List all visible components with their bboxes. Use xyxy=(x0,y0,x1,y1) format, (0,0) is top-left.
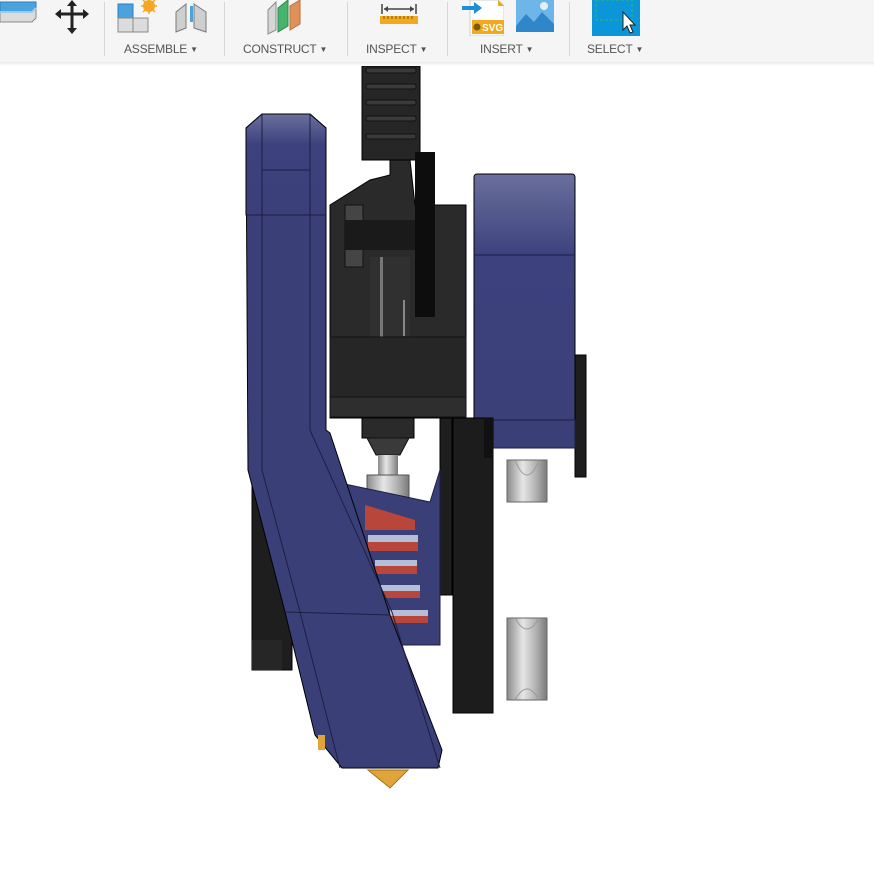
toolbar-separator xyxy=(447,2,448,56)
dropdown-caret-icon: ▼ xyxy=(419,45,428,54)
insert-menu[interactable]: INSERT ▼ xyxy=(480,42,534,56)
component-stack-icon xyxy=(0,1,37,23)
insert-canvas-icon xyxy=(516,0,554,32)
inspect-menu[interactable]: INSPECT ▼ xyxy=(366,42,428,56)
svg-badge: SVG xyxy=(482,23,503,34)
toolbar-separator xyxy=(569,2,570,56)
v-wheel-top xyxy=(506,459,548,503)
toolbar-separator xyxy=(104,2,105,56)
toolbar-separator xyxy=(347,2,348,56)
toolbar: SVG ASSEMBLE ▼ CONSTRUCT ▼ INSPECT ▼ INSERT… xyxy=(0,0,874,63)
insert-canvas-tool[interactable] xyxy=(516,0,554,32)
offset-plane-tool[interactable] xyxy=(266,0,306,36)
dropdown-caret-icon: ▼ xyxy=(319,45,328,54)
v-wheel-bottom xyxy=(506,617,548,701)
joint-tool[interactable] xyxy=(172,0,212,36)
move-tool[interactable] xyxy=(52,0,92,36)
component-stack-tool[interactable] xyxy=(0,0,40,36)
canvas-viewport[interactable] xyxy=(0,66,874,874)
model-render[interactable] xyxy=(0,66,874,874)
window-select-icon xyxy=(592,0,640,36)
dropdown-caret-icon: ▼ xyxy=(525,45,534,54)
insert-svg-tool[interactable]: SVG xyxy=(460,0,505,37)
insert-label: INSERT xyxy=(480,42,523,56)
construct-menu[interactable]: CONSTRUCT ▼ xyxy=(243,42,327,56)
new-component-tool[interactable] xyxy=(116,0,160,36)
move-icon xyxy=(55,0,89,34)
joint-icon xyxy=(175,2,207,33)
insert-svg-icon: SVG xyxy=(462,0,505,37)
assemble-label: ASSEMBLE xyxy=(124,42,188,56)
window-select-tool[interactable] xyxy=(592,0,640,36)
measure-icon xyxy=(380,4,418,24)
dropdown-caret-icon: ▼ xyxy=(190,45,198,54)
select-menu[interactable]: SELECT ▼ xyxy=(587,42,643,56)
measure-tool[interactable] xyxy=(378,0,420,36)
toolbar-separator xyxy=(224,2,225,56)
inspect-label: INSPECT xyxy=(366,42,417,56)
assemble-menu[interactable]: ASSEMBLE ▼ xyxy=(124,42,198,56)
new-component-icon xyxy=(117,0,157,33)
construct-label: CONSTRUCT xyxy=(243,42,317,56)
extruder-motor-top xyxy=(361,66,421,161)
extruder-housing xyxy=(329,152,467,419)
select-label: SELECT xyxy=(587,42,633,56)
carriage-plate xyxy=(452,417,494,714)
dropdown-caret-icon: ▼ xyxy=(635,45,644,54)
offset-plane-icon xyxy=(267,0,301,35)
